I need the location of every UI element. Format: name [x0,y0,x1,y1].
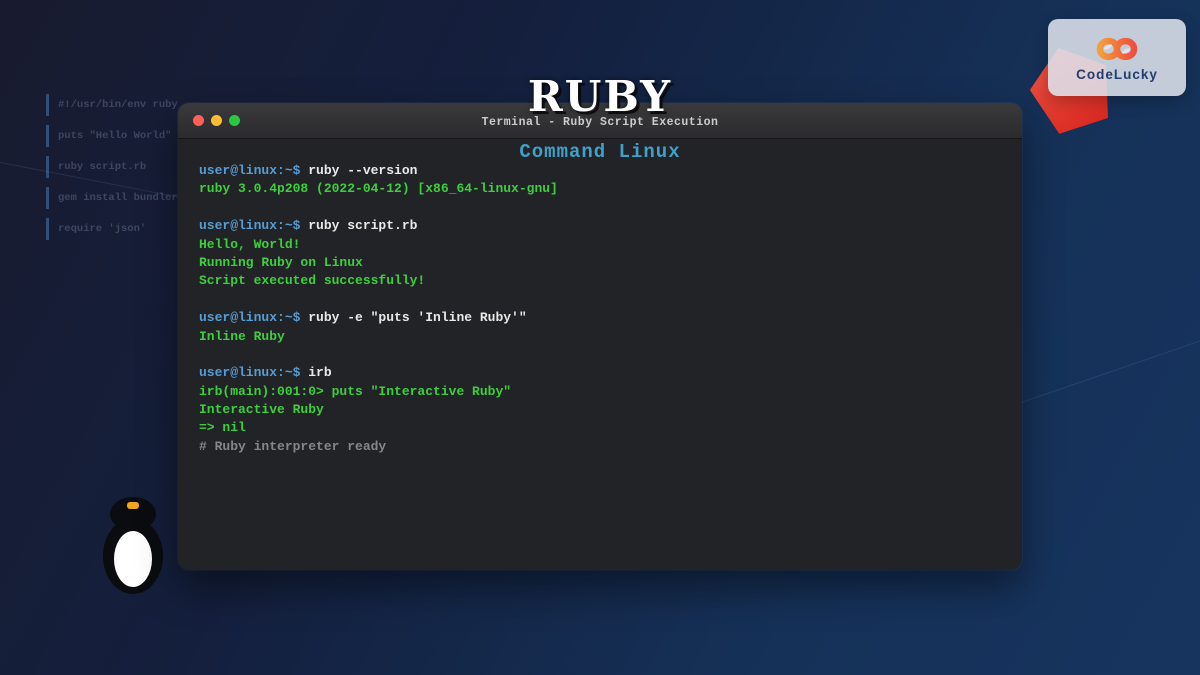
terminal-line: Running Ruby on Linux [199,254,1012,272]
terminal-line: # Ruby interpreter ready [199,438,1012,456]
terminal-segment-out: Script executed successfully! [199,273,425,288]
terminal-line: Interactive Ruby [199,401,1012,419]
penguin-beak [127,502,139,509]
terminal-segment-out: Running Ruby on Linux [199,255,363,270]
page-title: RUBY [0,72,1200,121]
code-snippet: require 'json' [46,218,178,240]
terminal-segment-cmd: ruby script.rb [308,218,417,233]
code-snippet: gem install bundler [46,187,178,209]
terminal-segment-out: => nil [199,420,246,435]
terminal-segment-prompt: user@linux:~$ [199,163,308,178]
terminal-segment-out: ruby 3.0.4p208 (2022-04-12) [x86_64-linu… [199,181,558,196]
terminal-line [199,291,1012,309]
terminal-segment-cmd: ruby --version [308,163,417,178]
terminal-segment-prompt: user@linux:~$ [199,365,308,380]
terminal-line [199,346,1012,364]
terminal-line: user@linux:~$ irb [199,364,1012,382]
terminal-line: user@linux:~$ ruby -e "puts 'Inline Ruby… [199,309,1012,327]
terminal-segment-cmd: ruby -e "puts 'Inline Ruby'" [308,310,526,325]
terminal-line: user@linux:~$ ruby script.rb [199,217,1012,235]
terminal-line: irb(main):001:0> puts "Interactive Ruby" [199,383,1012,401]
terminal-line: => nil [199,419,1012,437]
terminal-segment-out: Inline Ruby [199,329,285,344]
terminal-segment-out: Hello, World! [199,237,300,252]
terminal-line [199,199,1012,217]
terminal-segment-prompt: user@linux:~$ [199,218,308,233]
code-snippet: ruby script.rb [46,156,178,178]
terminal-line: Inline Ruby [199,328,1012,346]
terminal-segment-out: irb(main):001:0> puts "Interactive Ruby" [199,384,511,399]
terminal-segment-cmd: irb [308,365,331,380]
penguin-belly [114,531,152,587]
terminal-line: ruby 3.0.4p208 (2022-04-12) [x86_64-linu… [199,180,1012,198]
terminal-segment-prompt: user@linux:~$ [199,310,308,325]
terminal-line: Hello, World! [199,236,1012,254]
terminal-output[interactable]: user@linux:~$ ruby --versionruby 3.0.4p2… [199,162,1012,562]
terminal-segment-comment: # Ruby interpreter ready [199,439,386,454]
terminal-line: user@linux:~$ ruby --version [199,162,1012,180]
terminal-line: Script executed successfully! [199,272,1012,290]
penguin-mascot [101,494,165,594]
code-snippet: puts "Hello World" [46,125,178,147]
infinity-icon [1087,34,1147,64]
terminal-header: Command Linux [178,141,1022,163]
terminal-segment-out: Interactive Ruby [199,402,324,417]
terminal-window: Terminal - Ruby Script Execution Command… [178,103,1022,570]
